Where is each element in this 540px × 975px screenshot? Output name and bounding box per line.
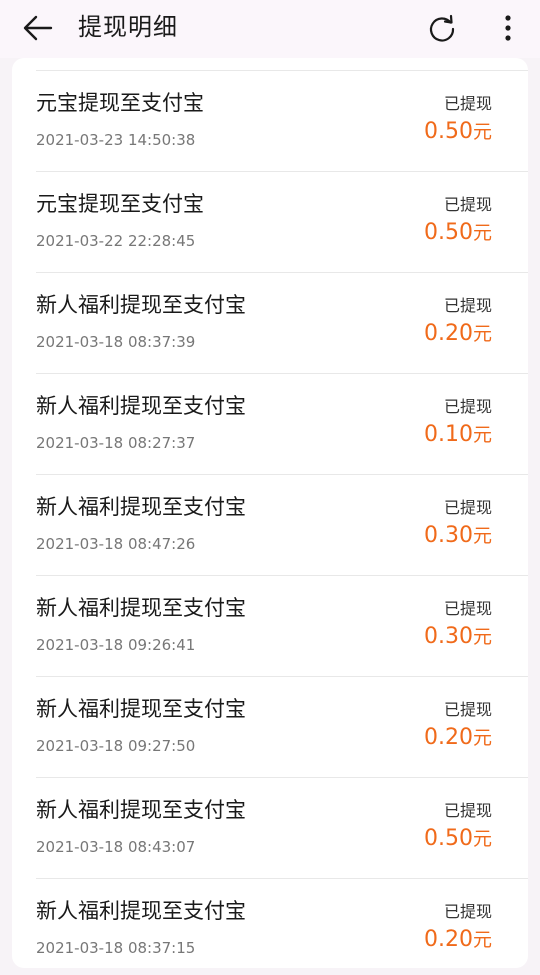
back-button[interactable] <box>16 6 60 50</box>
record-title: 新人福利提现至支付宝 <box>36 596 246 620</box>
record-time: 2021-03-18 08:27:37 <box>36 434 196 452</box>
record-amount: 0.50元 <box>424 218 492 249</box>
list-item[interactable]: 元宝提现至支付宝 2021-03-22 22:28:45 已提现 0.50元 <box>12 172 528 273</box>
list-item[interactable]: 新人福利提现至支付宝 2021-03-18 08:43:07 已提现 0.50元 <box>12 778 528 879</box>
record-title: 新人福利提现至支付宝 <box>36 394 246 418</box>
record-time: 2021-03-23 14:50:38 <box>36 131 196 149</box>
list-item[interactable]: 新人福利提现至支付宝 2021-03-18 08:27:37 已提现 0.10元 <box>12 374 528 475</box>
list-item[interactable]: 新人福利提现至支付宝 2021-03-18 08:47:26 已提现 0.30元 <box>12 475 528 576</box>
record-amount: 0.20元 <box>424 723 492 754</box>
list-item[interactable]: 新人福利提现至支付宝 2021-03-18 08:37:15 已提现 0.20元 <box>12 879 528 968</box>
withdrawal-list[interactable]: 元宝提现至支付宝 2021-03-23 14:50:38 已提现 0.50元 元… <box>12 71 528 968</box>
amount-unit: 元 <box>472 626 492 648</box>
record-amount: 0.30元 <box>424 622 492 653</box>
amount-value: 0.20 <box>424 725 473 750</box>
amount-value: 0.10 <box>424 422 473 447</box>
more-button[interactable] <box>486 6 530 50</box>
amount-value: 0.30 <box>424 523 473 548</box>
record-amount: 0.30元 <box>424 521 492 552</box>
record-time: 2021-03-18 08:47:26 <box>36 535 196 553</box>
list-item[interactable]: 新人福利提现至支付宝 2021-03-18 08:37:39 已提现 0.20元 <box>12 273 528 374</box>
record-time: 2021-03-18 08:37:15 <box>36 939 196 957</box>
amount-value: 0.30 <box>424 624 473 649</box>
record-status: 已提现 <box>443 397 492 416</box>
record-title: 新人福利提现至支付宝 <box>36 697 246 721</box>
record-title: 元宝提现至支付宝 <box>36 192 204 216</box>
record-title: 新人福利提现至支付宝 <box>36 899 246 923</box>
record-amount: 0.50元 <box>424 824 492 855</box>
record-status: 已提现 <box>443 599 492 618</box>
record-title: 新人福利提现至支付宝 <box>36 293 246 317</box>
list-item[interactable]: 元宝提现至支付宝 2021-03-23 14:50:38 已提现 0.50元 <box>12 71 528 172</box>
record-status: 已提现 <box>443 700 492 719</box>
amount-value: 0.50 <box>424 220 473 245</box>
amount-unit: 元 <box>472 525 492 547</box>
record-amount: 0.20元 <box>424 319 492 350</box>
app-bar: 提现明细 <box>0 0 540 58</box>
list-item[interactable]: 新人福利提现至支付宝 2021-03-18 09:26:41 已提现 0.30元 <box>12 576 528 677</box>
record-status: 已提现 <box>443 296 492 315</box>
amount-value: 0.50 <box>424 119 473 144</box>
record-amount: 0.10元 <box>424 420 492 451</box>
refresh-icon <box>429 14 455 42</box>
withdrawal-list-card: 元宝提现至支付宝 2021-03-23 14:50:38 已提现 0.50元 元… <box>12 58 528 968</box>
amount-value: 0.20 <box>424 321 473 346</box>
amount-value: 0.50 <box>424 826 473 851</box>
record-status: 已提现 <box>443 195 492 214</box>
arrow-left-icon <box>23 15 53 41</box>
record-time: 2021-03-18 08:43:07 <box>36 838 196 856</box>
record-amount: 0.20元 <box>424 925 492 956</box>
amount-unit: 元 <box>472 727 492 749</box>
record-time: 2021-03-18 08:37:39 <box>36 333 196 351</box>
record-time: 2021-03-18 09:26:41 <box>36 636 196 654</box>
record-title: 新人福利提现至支付宝 <box>36 798 246 822</box>
refresh-button[interactable] <box>420 6 464 50</box>
record-title: 元宝提现至支付宝 <box>36 91 204 115</box>
page-title: 提现明细 <box>78 13 178 41</box>
record-title: 新人福利提现至支付宝 <box>36 495 246 519</box>
amount-value: 0.20 <box>424 927 473 952</box>
record-time: 2021-03-18 09:27:50 <box>36 737 196 755</box>
amount-unit: 元 <box>472 222 492 244</box>
list-item[interactable]: 新人福利提现至支付宝 2021-03-18 09:27:50 已提现 0.20元 <box>12 677 528 778</box>
record-status: 已提现 <box>443 94 492 113</box>
amount-unit: 元 <box>472 121 492 143</box>
record-status: 已提现 <box>443 498 492 517</box>
record-amount: 0.50元 <box>424 117 492 148</box>
record-status: 已提现 <box>443 801 492 820</box>
amount-unit: 元 <box>472 424 492 446</box>
amount-unit: 元 <box>472 929 492 951</box>
more-vertical-icon <box>505 15 511 41</box>
amount-unit: 元 <box>472 323 492 345</box>
record-status: 已提现 <box>443 902 492 921</box>
record-time: 2021-03-22 22:28:45 <box>36 232 196 250</box>
amount-unit: 元 <box>472 828 492 850</box>
